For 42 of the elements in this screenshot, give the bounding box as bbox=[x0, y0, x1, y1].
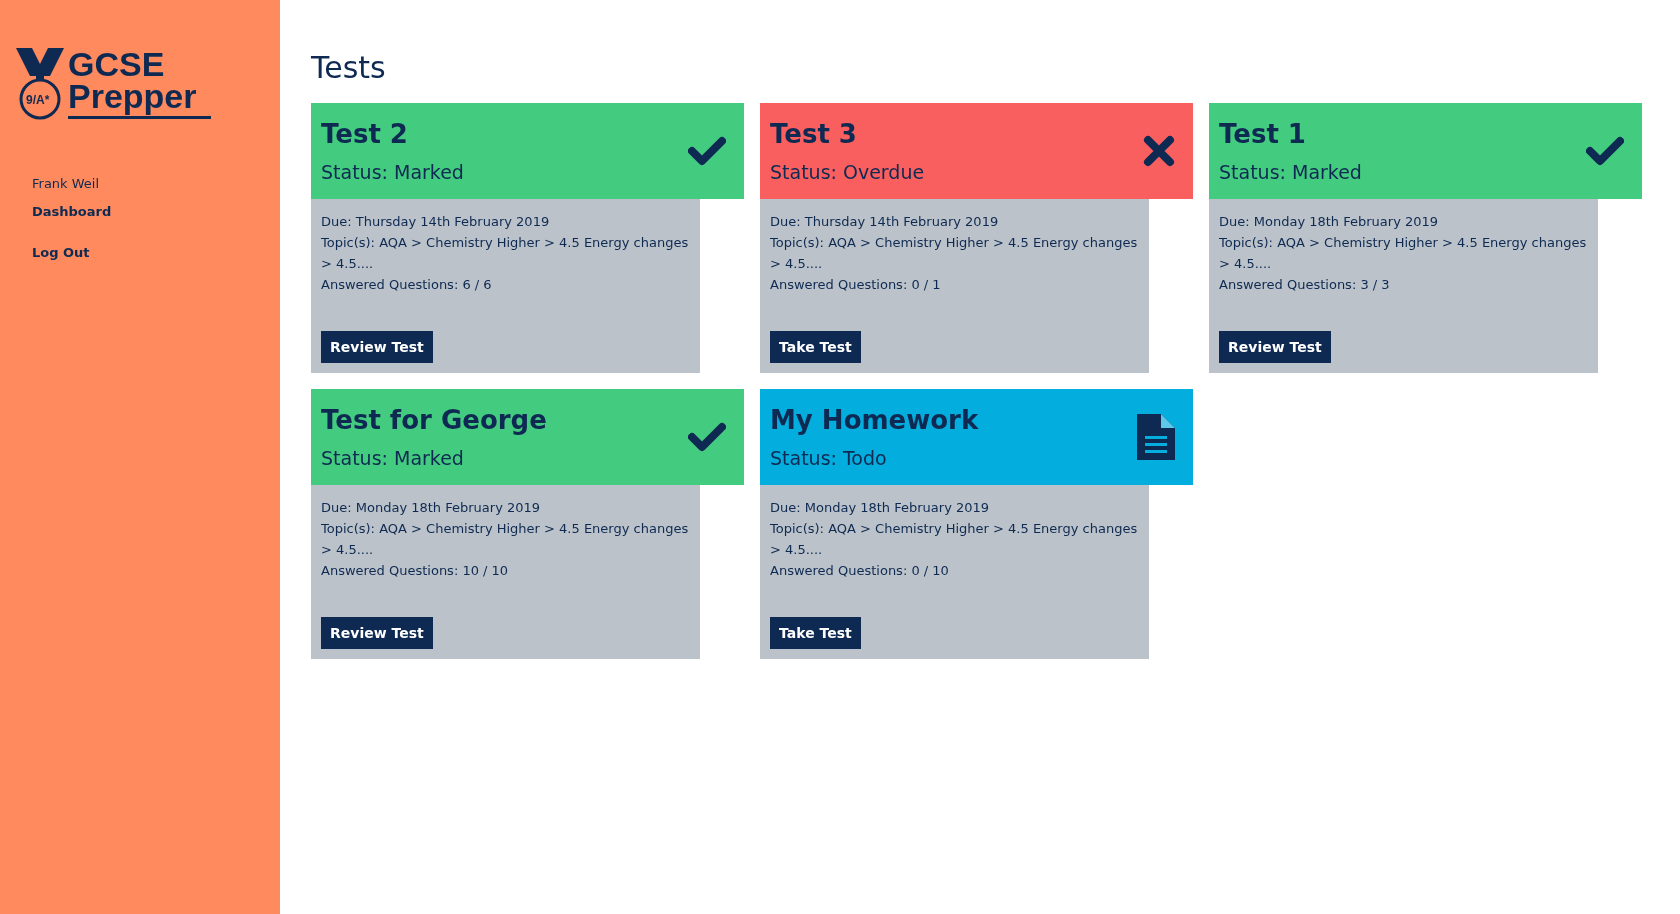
topics-text: Topic(s): AQA > Chemistry Higher > 4.5 Energy changes > 4.5.... bbox=[321, 234, 690, 273]
test-status: Status: Marked bbox=[1219, 161, 1362, 183]
test-status: Status: Marked bbox=[321, 161, 464, 183]
answered-count: Answered Questions: 6 / 6 bbox=[321, 276, 492, 294]
test-name: Test 1 bbox=[1219, 119, 1307, 149]
test-name: Test 3 bbox=[770, 119, 858, 149]
logo-badge-text: 9/A* bbox=[26, 93, 50, 107]
answered-count: Answered Questions: 3 / 3 bbox=[1219, 276, 1390, 294]
user-name: Frank Weil bbox=[32, 176, 101, 191]
answered-count: Answered Questions: 0 / 1 bbox=[770, 276, 941, 294]
topics-text: Topic(s): AQA > Chemistry Higher > 4.5 Energy changes > 4.5.... bbox=[321, 520, 690, 559]
logo-text: GCSE bbox=[68, 48, 166, 80]
due-date: Due: Monday 18th February 2019 bbox=[321, 499, 541, 517]
test-button[interactable]: Review Test bbox=[321, 617, 433, 649]
test-name: My Homework bbox=[770, 405, 979, 435]
test-button[interactable]: Review Test bbox=[321, 331, 433, 363]
checkmark-icon bbox=[688, 422, 726, 452]
topics-text: Topic(s): AQA > Chemistry Higher > 4.5 Energy changes > 4.5.... bbox=[770, 520, 1139, 559]
test-button[interactable]: Take Test bbox=[770, 331, 861, 363]
nav-link[interactable]: Dashboard bbox=[32, 204, 280, 219]
medal-icon bbox=[16, 48, 64, 120]
due-date: Due: Monday 18th February 2019 bbox=[770, 499, 990, 517]
topics-text: Topic(s): AQA > Chemistry Higher > 4.5 Energy changes > 4.5.... bbox=[1219, 234, 1588, 273]
checkmark-icon bbox=[1586, 136, 1624, 166]
topics-text: Topic(s): AQA > Chemistry Higher > 4.5 Energy changes > 4.5.... bbox=[770, 234, 1139, 273]
nav-link[interactable]: Log Out bbox=[32, 245, 280, 260]
answered-count: Answered Questions: 0 / 10 bbox=[770, 562, 949, 580]
document-icon bbox=[1137, 414, 1175, 460]
test-button[interactable]: Take Test bbox=[770, 617, 861, 649]
due-date: Due: Thursday 14th February 2019 bbox=[321, 213, 550, 231]
test-name: Test for George bbox=[321, 405, 547, 435]
test-button[interactable]: Review Test bbox=[1219, 331, 1331, 363]
close-icon bbox=[1143, 135, 1175, 167]
test-status: Status: Overdue bbox=[770, 161, 925, 183]
checkmark-icon bbox=[688, 136, 726, 166]
answered-count: Answered Questions: 10 / 10 bbox=[321, 562, 509, 580]
test-name: Test 2 bbox=[321, 119, 409, 149]
test-status: Status: Marked bbox=[321, 447, 465, 469]
page-title: Tests bbox=[311, 50, 387, 85]
test-status: Status: Todo bbox=[770, 447, 888, 469]
due-date: Due: Thursday 14th February 2019 bbox=[770, 213, 999, 231]
due-date: Due: Monday 18th February 2019 bbox=[1219, 213, 1439, 231]
